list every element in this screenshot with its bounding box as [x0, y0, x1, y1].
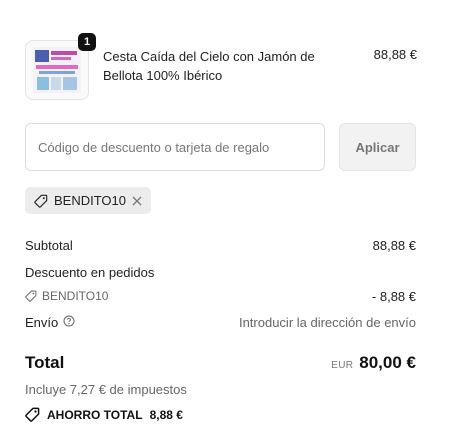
- tag-icon: [25, 290, 37, 302]
- order-discount-code-text: BENDITO10: [42, 289, 109, 303]
- order-summary: 1 Cesta Caída del Cielo con Jamón de Bel…: [0, 0, 475, 448]
- product-price: 88,88 €: [373, 47, 417, 62]
- shipping-label-group: Envío: [25, 315, 75, 330]
- shipping-value: Introducir la dirección de envío: [238, 315, 416, 330]
- total-amount: 80,00 €: [359, 353, 416, 372]
- tax-note: Incluye 7,27 € de impuestos: [25, 382, 187, 397]
- subtotal-label: Subtotal: [25, 238, 73, 253]
- help-icon[interactable]: [63, 315, 75, 330]
- total-savings: AHORRO TOTAL 8,88 €: [25, 407, 183, 422]
- savings-value: 8,88 €: [149, 407, 183, 422]
- applied-code-label: BENDITO10: [54, 193, 127, 208]
- product-thumbnail: 1: [25, 33, 96, 100]
- quantity-badge: 1: [78, 33, 96, 51]
- shipping-label: Envío: [25, 315, 59, 330]
- remove-code-icon[interactable]: [132, 196, 142, 206]
- product-image: [33, 47, 81, 93]
- apply-button[interactable]: Aplicar: [339, 123, 416, 171]
- order-discount-label: Descuento en pedidos: [25, 265, 155, 280]
- total-label: Total: [25, 353, 65, 372]
- order-discount-value: - 8,88 €: [371, 289, 416, 304]
- order-discount-code: BENDITO10: [25, 289, 108, 303]
- total-currency: EUR: [331, 360, 354, 371]
- applied-discount-chip: BENDITO10: [25, 187, 152, 214]
- savings-tag-icon: [25, 407, 40, 422]
- savings-label: AHORRO TOTAL: [47, 407, 143, 422]
- discount-code-input[interactable]: [25, 123, 325, 171]
- total-amount-group: EUR 80,00 €: [331, 353, 416, 373]
- subtotal-value: 88,88 €: [372, 238, 416, 253]
- product-title: Cesta Caída del Cielo con Jamón de Bello…: [103, 49, 315, 83]
- total-row: Total EUR 80,00 €: [25, 353, 416, 377]
- tag-icon: [34, 194, 48, 208]
